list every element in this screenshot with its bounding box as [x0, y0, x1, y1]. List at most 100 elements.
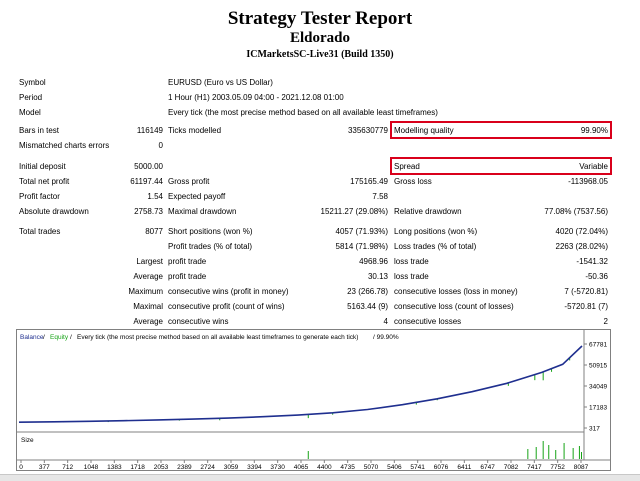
- balance-line: [18, 345, 583, 423]
- report-title: Strategy Tester Report: [227, 8, 413, 29]
- y-tick-label: 17183: [589, 405, 607, 412]
- maximum-label: Maximum: [128, 287, 163, 296]
- maxdd-value: 15211.27 (29.08%): [320, 207, 388, 216]
- symbol-label: Symbol: [19, 78, 46, 87]
- x-tick-label: 5070: [364, 464, 379, 470]
- x-tick-label: 1383: [107, 464, 122, 470]
- x-tick-label: 3059: [224, 464, 239, 470]
- y-tick-label: 34049: [589, 384, 607, 391]
- max-consecutive-wins-label: consecutive wins (profit in money): [168, 287, 289, 296]
- short-value: 4057 (71.93%): [335, 227, 388, 236]
- profit-trades-label: Profit trades (% of total): [168, 242, 253, 251]
- loss-trades-label: Loss trades (% of total): [394, 242, 477, 251]
- grossloss-label: Gross loss: [394, 177, 432, 186]
- legend-equity: Equity: [50, 334, 69, 341]
- absdd-label: Absolute drawdown: [19, 207, 89, 216]
- period-value: 1 Hour (H1) 2003.05.09 04:00 - 2021.12.0…: [168, 93, 344, 102]
- grossprofit-value: 175165.49: [350, 177, 388, 186]
- legend-balance: Balance: [20, 334, 44, 341]
- chart-caption: Every tick (the most precise method base…: [77, 334, 358, 341]
- chart-caption-suffix: / 99.90%: [373, 334, 399, 341]
- balance-equity-chart: Balance / Equity / Every tick (the most …: [16, 329, 611, 471]
- mismatch-value: 0: [158, 141, 163, 150]
- quality-label: Modelling quality: [394, 126, 454, 135]
- period-label: Period: [19, 93, 43, 102]
- maximal-consecutive-profit-value: 5163.44 (9): [347, 302, 388, 311]
- avg-consecutive-wins-value: 4: [383, 317, 388, 326]
- x-tick-label: 712: [62, 464, 73, 470]
- spread-label: Spread: [394, 162, 420, 171]
- x-tick-label: 1048: [84, 464, 99, 470]
- pf-value: 1.54: [147, 192, 163, 201]
- trades-label: Total trades: [19, 227, 61, 236]
- average-profit-label: profit trade: [168, 272, 207, 281]
- reldd-value: 77.08% (7537.56): [544, 207, 608, 216]
- x-tick-label: 2053: [154, 464, 169, 470]
- largest-loss-value: -1541.32: [576, 257, 608, 266]
- grossprofit-label: Gross profit: [168, 177, 210, 186]
- x-tick-label: 2389: [177, 464, 192, 470]
- maximal-consecutive-loss-label: consecutive loss (count of losses): [394, 302, 514, 311]
- legend-sep: /: [43, 334, 45, 341]
- grossloss-value: -113968.05: [568, 177, 608, 186]
- largest-profit-value: 4968.96: [359, 257, 388, 266]
- x-tick-label: 1718: [130, 464, 145, 470]
- y-tick-label: 67781: [589, 342, 607, 349]
- server-build: ICMarketsSC-Live31 (Build 1350): [246, 49, 394, 60]
- expert-name: Eldorado: [289, 30, 350, 46]
- x-tick-label: 7417: [527, 464, 542, 470]
- average-loss-label: loss trade: [394, 272, 429, 281]
- long-label: Long positions (won %): [394, 227, 478, 236]
- avg-consecutive-wins-label: consecutive wins: [168, 317, 229, 326]
- netprofit-label: Total net profit: [19, 177, 70, 186]
- largest-profit-label: profit trade: [168, 257, 207, 266]
- largest-loss-label: loss trade: [394, 257, 429, 266]
- payoff-value: 7.58: [372, 192, 388, 201]
- trades-value: 8077: [145, 227, 163, 236]
- bars-label: Bars in test: [19, 126, 60, 135]
- model-value: Every tick (the most precise method base…: [168, 108, 438, 117]
- largest-label: Largest: [136, 257, 163, 266]
- max-consecutive-wins-value: 23 (266.78): [347, 287, 388, 296]
- ticks-value: 335630779: [347, 126, 388, 135]
- average2-label: Average: [133, 317, 163, 326]
- maximal-consecutive-profit-label: consecutive profit (count of wins): [168, 302, 285, 311]
- payoff-label: Expected payoff: [168, 192, 226, 201]
- max-consecutive-losses-label: consecutive losses (loss in money): [394, 287, 518, 296]
- x-tick-label: 8087: [574, 464, 589, 470]
- y-tick-label: 317: [589, 426, 600, 433]
- long-value: 4020 (72.04%): [555, 227, 608, 236]
- maxdd-label: Maximal drawdown: [168, 207, 237, 216]
- avg-consecutive-losses-value: 2: [603, 317, 608, 326]
- netprofit-value: 61197.44: [130, 177, 163, 186]
- x-tick-label: 5741: [410, 464, 425, 470]
- legend-sep-2: /: [70, 334, 72, 341]
- x-tick-label: 4065: [294, 464, 309, 470]
- reldd-label: Relative drawdown: [394, 207, 462, 216]
- x-tick-label: 4735: [340, 464, 355, 470]
- average-profit-value: 30.13: [367, 272, 388, 281]
- x-tick-label: 6411: [457, 464, 471, 470]
- x-tick-label: 4400: [317, 464, 332, 470]
- loss-trades-value: 2263 (28.02%): [555, 242, 608, 251]
- spread-value: Variable: [579, 162, 608, 171]
- deposit-label: Initial deposit: [19, 162, 66, 171]
- maximal-label: Maximal: [133, 302, 163, 311]
- maximal-consecutive-loss-value: -5720.81 (7): [564, 302, 608, 311]
- deposit-value: 5000.00: [134, 162, 163, 171]
- x-tick-label: 7082: [504, 464, 519, 470]
- x-tick-label: 2724: [200, 464, 215, 470]
- short-label: Short positions (won %): [168, 227, 253, 236]
- size-label: Size: [21, 437, 34, 444]
- x-tick-label: 3730: [270, 464, 285, 470]
- mismatch-label: Mismatched charts errors: [19, 141, 110, 150]
- model-label: Model: [19, 108, 41, 117]
- x-tick-label: 0: [19, 464, 23, 470]
- profit-trades-value: 5814 (71.98%): [335, 242, 388, 251]
- symbol-value: EURUSD (Euro vs US Dollar): [168, 78, 273, 87]
- y-tick-label: 50915: [589, 363, 607, 370]
- pf-label: Profit factor: [19, 192, 60, 201]
- x-tick-label: 6747: [480, 464, 495, 470]
- average-loss-value: -50.36: [585, 272, 608, 281]
- bars-value: 116149: [136, 126, 163, 135]
